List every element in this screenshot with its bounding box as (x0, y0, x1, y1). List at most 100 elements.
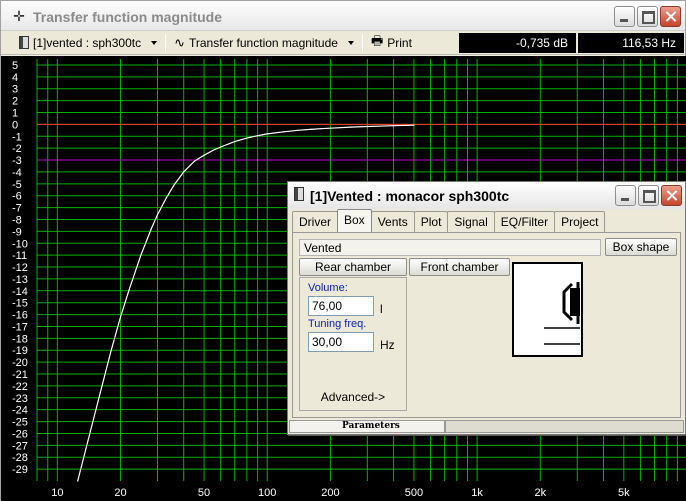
y-tick-label: -27 (12, 440, 28, 452)
front-chamber-button[interactable]: Front chamber (409, 258, 510, 276)
data-point (329, 127, 332, 129)
data-point (350, 126, 352, 128)
data-point (234, 141, 236, 143)
y-tick-label: -5 (12, 179, 22, 191)
x-tick-label: 1k (471, 487, 483, 499)
data-point (110, 350, 112, 353)
data-point (119, 316, 122, 318)
y-tick-label: -28 (12, 452, 28, 464)
data-point (183, 171, 185, 173)
x-tick-label: 200 (321, 487, 339, 499)
y-tick-label: 4 (12, 72, 18, 84)
volume-input[interactable] (308, 296, 374, 316)
y-tick-label: -16 (12, 310, 28, 322)
data-point (150, 228, 152, 230)
minimize-button[interactable] (614, 6, 635, 27)
advanced-link[interactable]: Advanced-> (300, 390, 406, 404)
dialog-titlebar[interactable]: [1]Vented : monacor sph300tc (288, 182, 685, 209)
data-point (156, 214, 159, 216)
print-button[interactable]: 🖶 Print (367, 32, 416, 54)
data-point (309, 128, 311, 130)
y-tick-label: -13 (12, 274, 28, 286)
tab-eq-filter[interactable]: EQ/Filter (493, 211, 556, 232)
y-tick-label: -24 (12, 405, 28, 417)
data-point (99, 392, 101, 394)
tuning-input[interactable] (308, 332, 374, 352)
data-point (266, 133, 268, 135)
toolbar-separator (165, 33, 167, 52)
view-selector[interactable]: ∿ Transfer function magnitude (170, 32, 358, 54)
close-button[interactable] (661, 185, 682, 206)
tab-plot[interactable]: Plot (413, 211, 449, 232)
y-tick-label: -19 (12, 345, 28, 357)
data-point (257, 135, 259, 137)
x-tick-label: 10 (51, 487, 63, 499)
y-tick-label: -22 (12, 381, 28, 393)
toolbar: [1]vented : sph300tc ∿ Transfer function… (1, 31, 685, 55)
y-tick-label: -9 (12, 226, 22, 238)
y-tick-label: -25 (12, 417, 28, 429)
parameters-status-tab[interactable]: Parameters (289, 420, 445, 433)
window-title: Transfer function magnitude (33, 9, 223, 25)
tab-box[interactable]: Box (337, 209, 372, 232)
x-tick-label: 5k (618, 487, 630, 499)
document-icon (294, 187, 304, 201)
tab-driver[interactable]: Driver (292, 211, 338, 232)
x-tick-label: 100 (258, 487, 276, 499)
tuning-label: Tuning freq. (308, 318, 367, 330)
box-shape-button[interactable]: Box shape (605, 238, 677, 256)
data-point (212, 149, 214, 152)
x-tick-label: 500 (405, 487, 423, 499)
y-tick-label: -1 (12, 131, 22, 143)
dialog-caption-buttons (615, 185, 682, 206)
document-selector-label: [1]vented : sph300tc (33, 35, 142, 50)
readout-db: -0,735 dB (459, 33, 576, 53)
toolbar-separator (361, 33, 363, 52)
maximize-button[interactable] (637, 6, 658, 27)
y-tick-label: -14 (12, 286, 28, 298)
rear-chamber-button[interactable]: Rear chamber (299, 258, 407, 276)
dialog-title: [1]Vented : monacor sph300tc (310, 188, 510, 204)
y-tick-label: 5 (12, 60, 18, 72)
data-point (173, 184, 175, 186)
data-point (283, 131, 285, 133)
y-tick-label: -4 (12, 167, 22, 179)
data-point (246, 137, 248, 139)
main-titlebar[interactable]: ✛ Transfer function magnitude (1, 1, 685, 31)
y-tick-label: -8 (12, 214, 22, 226)
maximize-button[interactable] (638, 185, 659, 206)
print-label: Print (387, 35, 412, 50)
data-point (297, 129, 299, 131)
y-tick-label: -15 (12, 298, 28, 310)
y-tick-label: -10 (12, 238, 28, 250)
minimize-button[interactable] (615, 185, 636, 206)
y-tick-label: 1 (12, 107, 18, 119)
y-tick-label: -17 (12, 321, 28, 333)
tuning-unit: Hz (380, 338, 395, 352)
tab-vents[interactable]: Vents (370, 211, 415, 232)
document-selector[interactable]: [1]vented : sph300tc (15, 32, 161, 54)
rear-chamber-group: Volume: l Tuning freq. Hz Advanced-> (299, 277, 407, 411)
tab-signal[interactable]: Signal (447, 211, 495, 232)
tab-project[interactable]: Project (554, 211, 606, 232)
y-tick-label: 3 (12, 84, 18, 96)
y-tick-label: -12 (12, 262, 28, 274)
data-point (128, 289, 130, 291)
box-tab-panel: Vented Box shape Rear chamber Front cham… (292, 232, 681, 418)
y-tick-label: 0 (12, 119, 18, 131)
data-point (366, 125, 368, 128)
close-button[interactable] (660, 6, 681, 27)
volume-unit: l (380, 302, 383, 316)
box-diagram-drawing (544, 282, 580, 345)
view-selector-label: Transfer function magnitude (188, 35, 338, 50)
y-tick-label: -6 (12, 191, 22, 203)
y-tick-label: -20 (12, 357, 28, 369)
y-tick-label: 2 (12, 96, 18, 108)
document-icon (19, 36, 29, 49)
caption-buttons (614, 6, 681, 27)
chevron-down-icon (151, 40, 158, 45)
status-empty (445, 420, 684, 433)
dialog-status-strip: Parameters (289, 420, 684, 433)
y-tick-label: -11 (12, 250, 27, 262)
box-type-field: Vented (299, 239, 601, 256)
